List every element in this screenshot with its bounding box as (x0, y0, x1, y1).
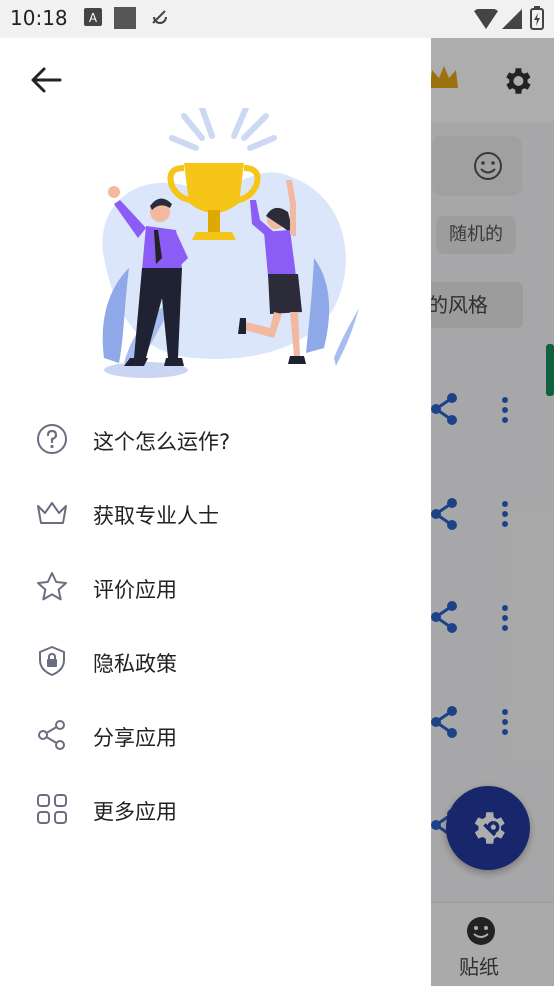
help-circle-icon (37, 424, 67, 454)
menu-item-label: 分享应用 (93, 726, 177, 750)
menu-item-label: 获取专业人士 (93, 504, 219, 528)
menu-item-rate-app[interactable]: 评价应用 (0, 550, 431, 624)
back-button[interactable] (24, 60, 72, 100)
menu-item-label: 这个怎么运作? (93, 430, 231, 454)
wifi-icon (474, 9, 498, 29)
status-time: 10:18 (10, 6, 68, 30)
signal-icon (502, 9, 522, 29)
notification-a-icon: A (84, 8, 102, 26)
menu-item-how-it-works[interactable]: 这个怎么运作? (0, 402, 431, 476)
menu-item-get-pro[interactable]: 获取专业人士 (0, 476, 431, 550)
menu-item-privacy-policy[interactable]: 隐私政策 (0, 624, 431, 698)
star-icon (37, 572, 67, 601)
notification-leaf-icon (152, 10, 167, 24)
notification-square-icon (114, 7, 136, 29)
menu-item-label: 评价应用 (93, 578, 177, 602)
svg-text:A: A (89, 11, 98, 25)
arrow-left-icon (31, 67, 62, 93)
crown-icon (37, 502, 67, 524)
menu-item-label: 更多应用 (93, 800, 177, 824)
grid-icon (37, 794, 67, 824)
share-icon (38, 720, 65, 750)
navigation-drawer: 这个怎么运作? 获取专业人士 评价应用 隐私政策 分享应用 更多应用 (0, 38, 431, 986)
status-bar: 10:18 A (0, 0, 554, 38)
celebration-illustration (102, 108, 359, 378)
shield-lock-icon (39, 646, 65, 676)
menu-item-share-app[interactable]: 分享应用 (0, 698, 431, 772)
drawer-menu: 这个怎么运作? 获取专业人士 评价应用 隐私政策 分享应用 更多应用 (0, 402, 431, 846)
menu-item-more-apps[interactable]: 更多应用 (0, 772, 431, 846)
battery-icon (530, 6, 544, 30)
menu-item-label: 隐私政策 (93, 652, 177, 676)
